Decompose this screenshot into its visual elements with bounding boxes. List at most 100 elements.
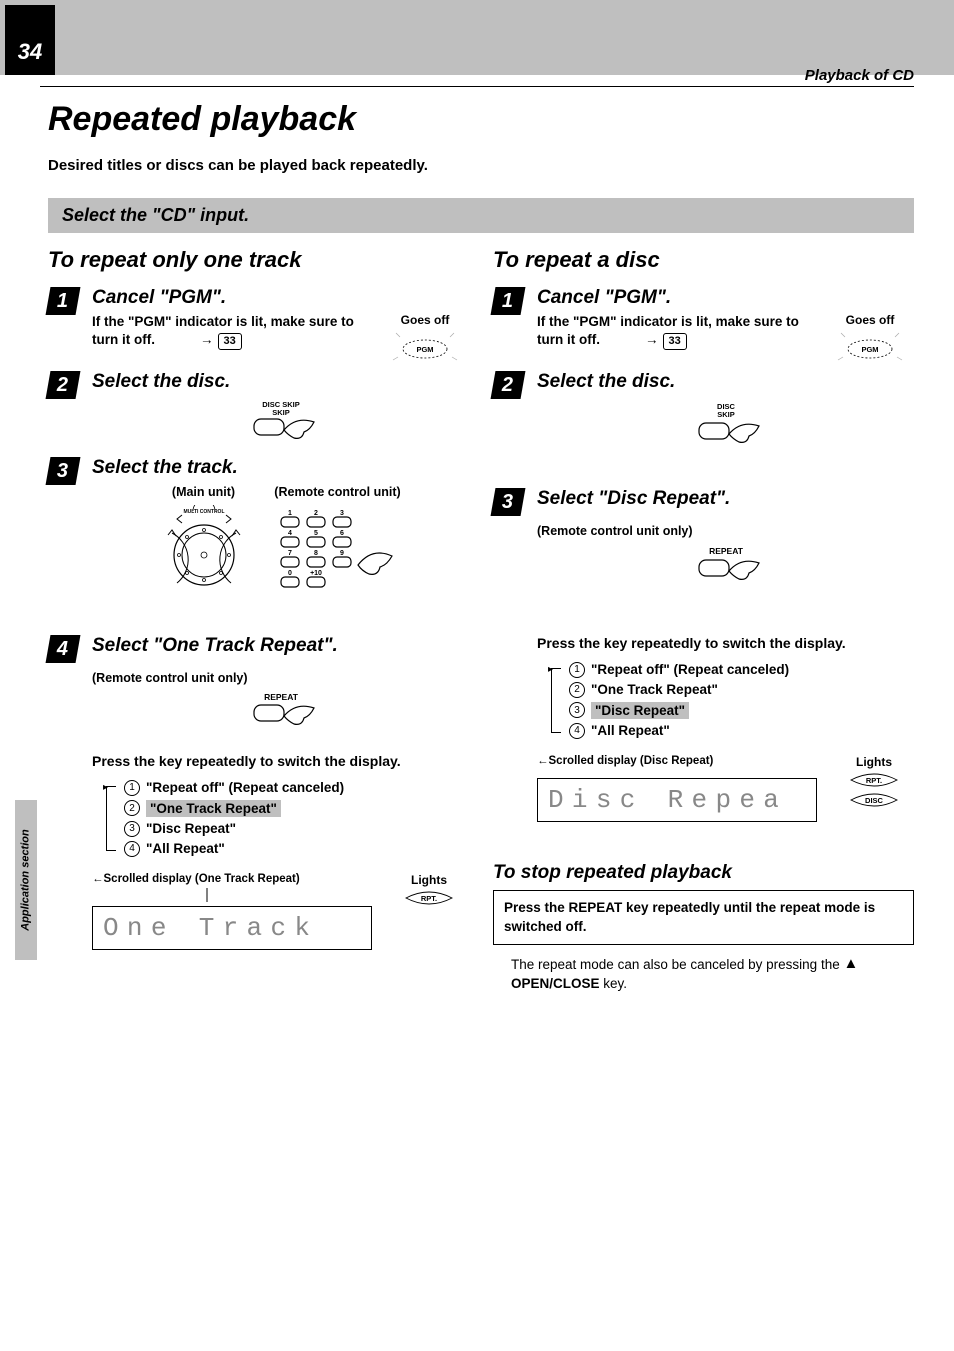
svg-text:RPT.: RPT. (421, 894, 437, 903)
goes-off-label: Goes off (826, 313, 914, 327)
left-cycle: ▸ 1"Repeat off" (Repeat canceled) 2"One … (106, 778, 469, 859)
left-step2-title: Select the disc. (92, 371, 469, 393)
left-lcd: One Track (92, 906, 372, 950)
right-scrolled-label: ←Scrolled display (Disc Repeat) (537, 755, 820, 769)
section-header: Playback of CD (805, 67, 914, 84)
disc-skip-button-icon: DISC SKIP SKIP (236, 397, 326, 447)
repeat-button-icon: REPEAT (681, 544, 771, 594)
svg-text:RPT.: RPT. (866, 776, 882, 785)
side-tab: Application section (15, 800, 37, 960)
right-lcd: Disc Repea (537, 778, 817, 822)
loop-arrow-icon: ▸ (548, 664, 553, 675)
repeat-button-icon: REPEAT (236, 691, 326, 736)
step-badge-2: 2 (491, 371, 526, 399)
side-tab-label: Application section (20, 829, 32, 930)
right-cycle: ▸ 1"Repeat off" (Repeat canceled) 2"One … (551, 660, 914, 741)
right-step-2: 2 Select the disc. DISC SKIP (493, 371, 914, 462)
svg-text:5: 5 (314, 530, 318, 537)
step-badge-3: 3 (491, 488, 526, 516)
svg-text:SKIP: SKIP (272, 408, 290, 417)
right-step3-title: Select "Disc Repeat". (537, 488, 914, 510)
left-scrolled-label: ←Scrolled display (One Track Repeat) (92, 873, 375, 887)
columns: To repeat only one track 1 Cancel "PGM".… (48, 247, 914, 994)
stop-note: The repeat mode can also be canceled by … (493, 945, 914, 994)
svg-text:MULTI CONTROL: MULTI CONTROL (183, 509, 224, 515)
svg-text:SKIP: SKIP (717, 410, 735, 419)
lights-label: Lights (834, 755, 914, 769)
right-heading: To repeat a disc (493, 247, 914, 273)
svg-text:2: 2 (314, 510, 318, 517)
svg-text:8: 8 (314, 550, 318, 557)
keypad-icon: 1 2 3 4 5 6 7 8 9 0 +10 (273, 505, 403, 605)
step-badge-2: 2 (46, 371, 81, 399)
goes-off-label: Goes off (381, 313, 469, 327)
page: 34 Playback of CD Application section Re… (0, 0, 954, 1351)
pgm-indicator-icon: PGM (835, 331, 905, 361)
cycle-item-4: "All Repeat" (591, 723, 670, 738)
svg-text:REPEAT: REPEAT (709, 546, 744, 556)
svg-text:DISC: DISC (865, 796, 884, 805)
left-step-1: 1 Cancel "PGM". If the "PGM" indicator i… (48, 287, 469, 361)
cycle-item-3: "Disc Repeat" (591, 702, 689, 719)
page-ref: 33 (218, 333, 242, 350)
page-number-tab: 34 (5, 5, 55, 75)
page-title: Repeated playback (48, 100, 914, 139)
svg-text:0: 0 (288, 570, 292, 577)
disc-skip-button-icon: DISC SKIP (681, 397, 771, 462)
step-badge-1: 1 (46, 287, 81, 315)
arrow-icon: → (159, 332, 214, 347)
right-step-3: 3 Select "Disc Repeat". (493, 488, 914, 516)
right-step2-title: Select the disc. (537, 371, 914, 393)
cycle-item-2: "One Track Repeat" (146, 800, 281, 817)
page-number: 34 (18, 39, 42, 65)
svg-text:9: 9 (340, 550, 344, 557)
svg-text:1: 1 (288, 510, 292, 517)
svg-text:3: 3 (340, 510, 344, 517)
stop-heading: To stop repeated playback (493, 862, 914, 884)
right-column: To repeat a disc 1 Cancel "PGM". If the … (481, 247, 914, 994)
step-badge-3: 3 (46, 457, 81, 485)
top-gray-strip (0, 0, 954, 75)
right-press-text: Press the key repeatedly to switch the d… (537, 634, 914, 654)
svg-text:4: 4 (288, 530, 292, 537)
select-input-bar: Select the "CD" input. (48, 198, 914, 233)
cycle-item-1: "Repeat off" (Repeat canceled) (146, 780, 344, 795)
left-step-4: 4 Select "One Track Repeat". (48, 635, 469, 663)
arrow-icon: → (604, 332, 659, 347)
left-step-2: 2 Select the disc. DISC SKIP SKIP (48, 371, 469, 447)
left-step3-title: Select the track. (92, 457, 469, 479)
step-badge-1: 1 (491, 287, 526, 315)
left-step-3: 3 Select the track. (Main unit) MULTI CO… (48, 457, 469, 605)
pointer-down-icon (202, 888, 212, 902)
svg-text:7: 7 (288, 550, 292, 557)
disc-indicator-icon: DISC (847, 791, 901, 809)
svg-text:+10: +10 (310, 570, 322, 577)
remote-only-label: (Remote control unit only) (92, 671, 469, 685)
svg-text:6: 6 (340, 530, 344, 537)
remote-unit-label: (Remote control unit) (273, 485, 403, 499)
header-rule (40, 86, 914, 87)
left-heading: To repeat only one track (48, 247, 469, 273)
svg-text:PGM: PGM (416, 345, 433, 354)
rpt-indicator-icon: RPT. (402, 889, 456, 907)
rpt-indicator-icon: RPT. (847, 771, 901, 789)
cycle-item-4: "All Repeat" (146, 841, 225, 856)
cycle-item-1: "Repeat off" (Repeat canceled) (591, 662, 789, 677)
content: Repeated playback Desired titles or disc… (48, 100, 914, 994)
intro-text: Desired titles or discs can be played ba… (48, 157, 914, 174)
stop-box: Press the REPEAT key repeatedly until th… (493, 890, 914, 944)
jog-dial-icon: MULTI CONTROL (159, 505, 249, 595)
cycle-item-2: "One Track Repeat" (591, 682, 718, 697)
main-unit-label: (Main unit) (159, 485, 249, 499)
left-step4-title: Select "One Track Repeat". (92, 635, 469, 657)
select-input-text: Select the "CD" input. (62, 205, 249, 225)
left-press-text: Press the key repeatedly to switch the d… (92, 752, 469, 772)
right-step1-title: Cancel "PGM". (537, 287, 914, 309)
step-badge-4: 4 (46, 635, 81, 663)
svg-text:PGM: PGM (861, 345, 878, 354)
page-ref: 33 (663, 333, 687, 350)
svg-text:REPEAT: REPEAT (264, 692, 299, 702)
right-step-1: 1 Cancel "PGM". If the "PGM" indicator i… (493, 287, 914, 361)
left-step1-title: Cancel "PGM". (92, 287, 469, 309)
pgm-indicator-icon: PGM (390, 331, 460, 361)
